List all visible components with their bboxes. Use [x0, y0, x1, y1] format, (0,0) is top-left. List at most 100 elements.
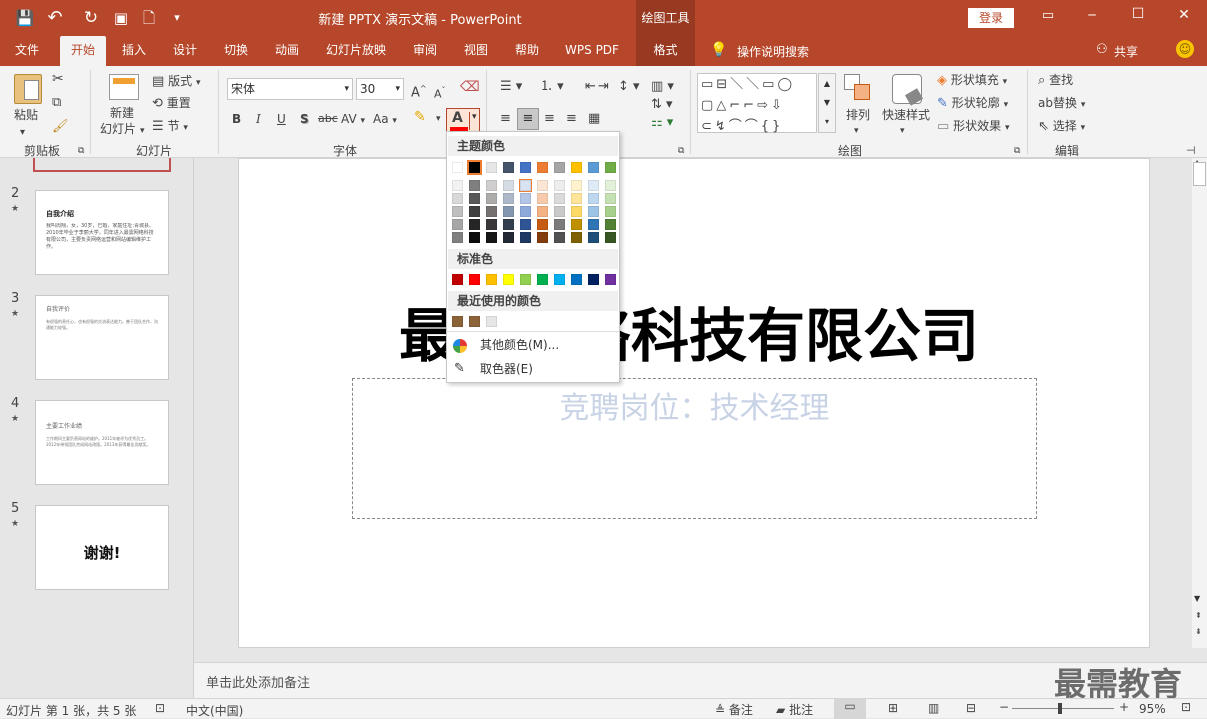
zoom-level[interactable]: 95%	[1139, 702, 1166, 716]
color-swatch[interactable]	[605, 274, 616, 285]
color-swatch[interactable]	[503, 180, 514, 191]
align-center-icon[interactable]: ≡	[517, 108, 539, 130]
save-icon[interactable]: 💾	[14, 8, 36, 28]
slideshow-icon[interactable]: ⊟	[966, 701, 976, 715]
smartart-icon[interactable]: ⚏ ▾	[651, 114, 673, 132]
color-swatch[interactable]	[486, 206, 497, 217]
fit-to-window-icon[interactable]: ⊡	[1181, 700, 1191, 714]
color-swatch[interactable]	[452, 193, 463, 204]
color-swatch[interactable]	[554, 219, 565, 230]
paste-icon[interactable]	[14, 74, 42, 104]
highlight-icon[interactable]: ✎	[414, 108, 426, 126]
color-swatch[interactable]	[588, 193, 599, 204]
tab-slideshow[interactable]: 幻灯片放映	[318, 36, 394, 66]
color-swatch[interactable]	[519, 179, 532, 192]
color-swatch[interactable]	[605, 162, 616, 173]
color-swatch[interactable]	[588, 232, 599, 243]
color-swatch[interactable]	[537, 193, 548, 204]
color-swatch[interactable]	[588, 206, 599, 217]
color-swatch[interactable]	[520, 232, 531, 243]
color-swatch[interactable]	[537, 232, 548, 243]
color-swatch[interactable]	[469, 219, 480, 230]
color-swatch[interactable]	[605, 180, 616, 191]
change-case-button[interactable]: Aa ▾	[373, 110, 397, 130]
new-file-icon[interactable]: 🗋	[138, 8, 160, 28]
color-swatch[interactable]	[469, 274, 480, 285]
bullets-icon[interactable]: ☰ ▾	[500, 78, 522, 96]
color-swatch[interactable]	[605, 206, 616, 217]
color-swatch[interactable]	[486, 180, 497, 191]
color-swatch[interactable]	[469, 193, 480, 204]
color-swatch[interactable]	[520, 206, 531, 217]
next-slide-icon[interactable]: ⇟	[1195, 628, 1202, 636]
clear-formatting-icon[interactable]: ⌫	[460, 78, 480, 96]
zoom-out-icon[interactable]: −	[999, 700, 1009, 714]
redo-icon[interactable]: ↻	[80, 8, 102, 28]
slide-thumbnail[interactable]: 主要工作业绩 工作期间主要负责网站的维护。2011年被评为优秀员工。2012年带…	[35, 400, 169, 485]
tab-wps-pdf[interactable]: WPS PDF	[558, 36, 626, 66]
cut-icon[interactable]: ✂	[52, 70, 64, 88]
grow-font-button[interactable]: A^	[411, 80, 427, 102]
new-slide-label-2[interactable]: 幻灯片	[100, 120, 136, 138]
line-spacing-icon[interactable]: ↕ ▾	[618, 78, 640, 96]
color-swatch[interactable]	[554, 274, 565, 285]
color-swatch[interactable]	[537, 180, 548, 191]
slide-canvas[interactable]: 最需网络科技有限公司 竞聘岗位：技术经理	[238, 158, 1150, 648]
maximize-button[interactable]: ☐	[1128, 6, 1148, 26]
color-swatch[interactable]	[452, 232, 463, 243]
color-swatch[interactable]	[554, 162, 565, 173]
paste-button-label[interactable]: 粘贴	[14, 106, 38, 124]
color-swatch[interactable]	[503, 274, 514, 285]
format-painter-icon[interactable]: 🖌	[52, 118, 69, 136]
italic-button[interactable]: I	[256, 110, 261, 128]
color-swatch[interactable]	[503, 193, 514, 204]
tab-help[interactable]: 帮助	[505, 36, 549, 66]
slide-thumbnail[interactable]: 谢谢!	[35, 505, 169, 590]
color-swatch[interactable]	[588, 219, 599, 230]
color-swatch[interactable]	[554, 180, 565, 191]
close-button[interactable]: ✕	[1174, 7, 1194, 27]
color-swatch[interactable]	[571, 193, 582, 204]
font-name-combobox[interactable]: 宋体 ▾	[227, 78, 353, 100]
tab-animations[interactable]: 动画	[265, 36, 309, 66]
color-swatch[interactable]	[588, 180, 599, 191]
color-swatch[interactable]	[520, 193, 531, 204]
align-left-icon[interactable]: ≡	[500, 110, 511, 128]
color-swatch[interactable]	[486, 232, 497, 243]
tab-design[interactable]: 设计	[163, 36, 207, 66]
font-color-dropdown-icon[interactable]: ▾	[469, 112, 477, 130]
decrease-indent-icon[interactable]: ⇤	[585, 78, 596, 96]
spell-check-icon[interactable]: ⊡	[155, 701, 165, 715]
color-swatch[interactable]	[537, 219, 548, 230]
comments-toggle[interactable]: ▰ 批注	[776, 701, 813, 718]
color-swatch[interactable]	[554, 193, 565, 204]
tab-insert[interactable]: 插入	[112, 36, 156, 66]
align-right-icon[interactable]: ≡	[544, 110, 555, 128]
shape-fill-button[interactable]: ◈ 形状填充 ▾	[937, 71, 1007, 91]
underline-button[interactable]: U	[277, 110, 286, 128]
color-swatch[interactable]	[452, 274, 463, 285]
replace-button[interactable]: ab替换 ▾	[1038, 94, 1085, 114]
previous-slide-icon[interactable]: ⇞	[1195, 612, 1202, 620]
color-swatch[interactable]	[452, 162, 463, 173]
color-swatch[interactable]	[520, 162, 531, 173]
color-swatch[interactable]	[520, 219, 531, 230]
color-swatch[interactable]	[571, 274, 582, 285]
notes-pane[interactable]: 单击此处添加备注 最需教育	[194, 662, 1207, 703]
color-swatch[interactable]	[537, 162, 548, 173]
color-swatch[interactable]	[503, 219, 514, 230]
language-status[interactable]: 中文(中国)	[186, 702, 243, 719]
tab-home[interactable]: 开始	[60, 36, 106, 66]
color-swatch[interactable]	[571, 232, 582, 243]
shapes-gallery[interactable]: ▭⊟＼＼▭◯ ▢△⌐⌐⇨⇩ ⊂↯⌒⌒{}	[697, 73, 817, 134]
color-swatch[interactable]	[503, 162, 514, 173]
color-swatch[interactable]	[520, 274, 531, 285]
quick-styles-label[interactable]: 快速样式	[882, 106, 930, 124]
tab-format[interactable]: 格式	[636, 36, 695, 66]
eyedropper-menu-item[interactable]: ✎ 取色器(E)	[447, 357, 619, 381]
find-button[interactable]: ⌕ 查找	[1038, 71, 1073, 90]
tab-view[interactable]: 视图	[454, 36, 498, 66]
columns-icon[interactable]: ▥ ▾	[651, 78, 674, 96]
ribbon-display-options-icon[interactable]: ▭	[1038, 8, 1058, 28]
zoom-in-icon[interactable]: +	[1119, 700, 1129, 714]
